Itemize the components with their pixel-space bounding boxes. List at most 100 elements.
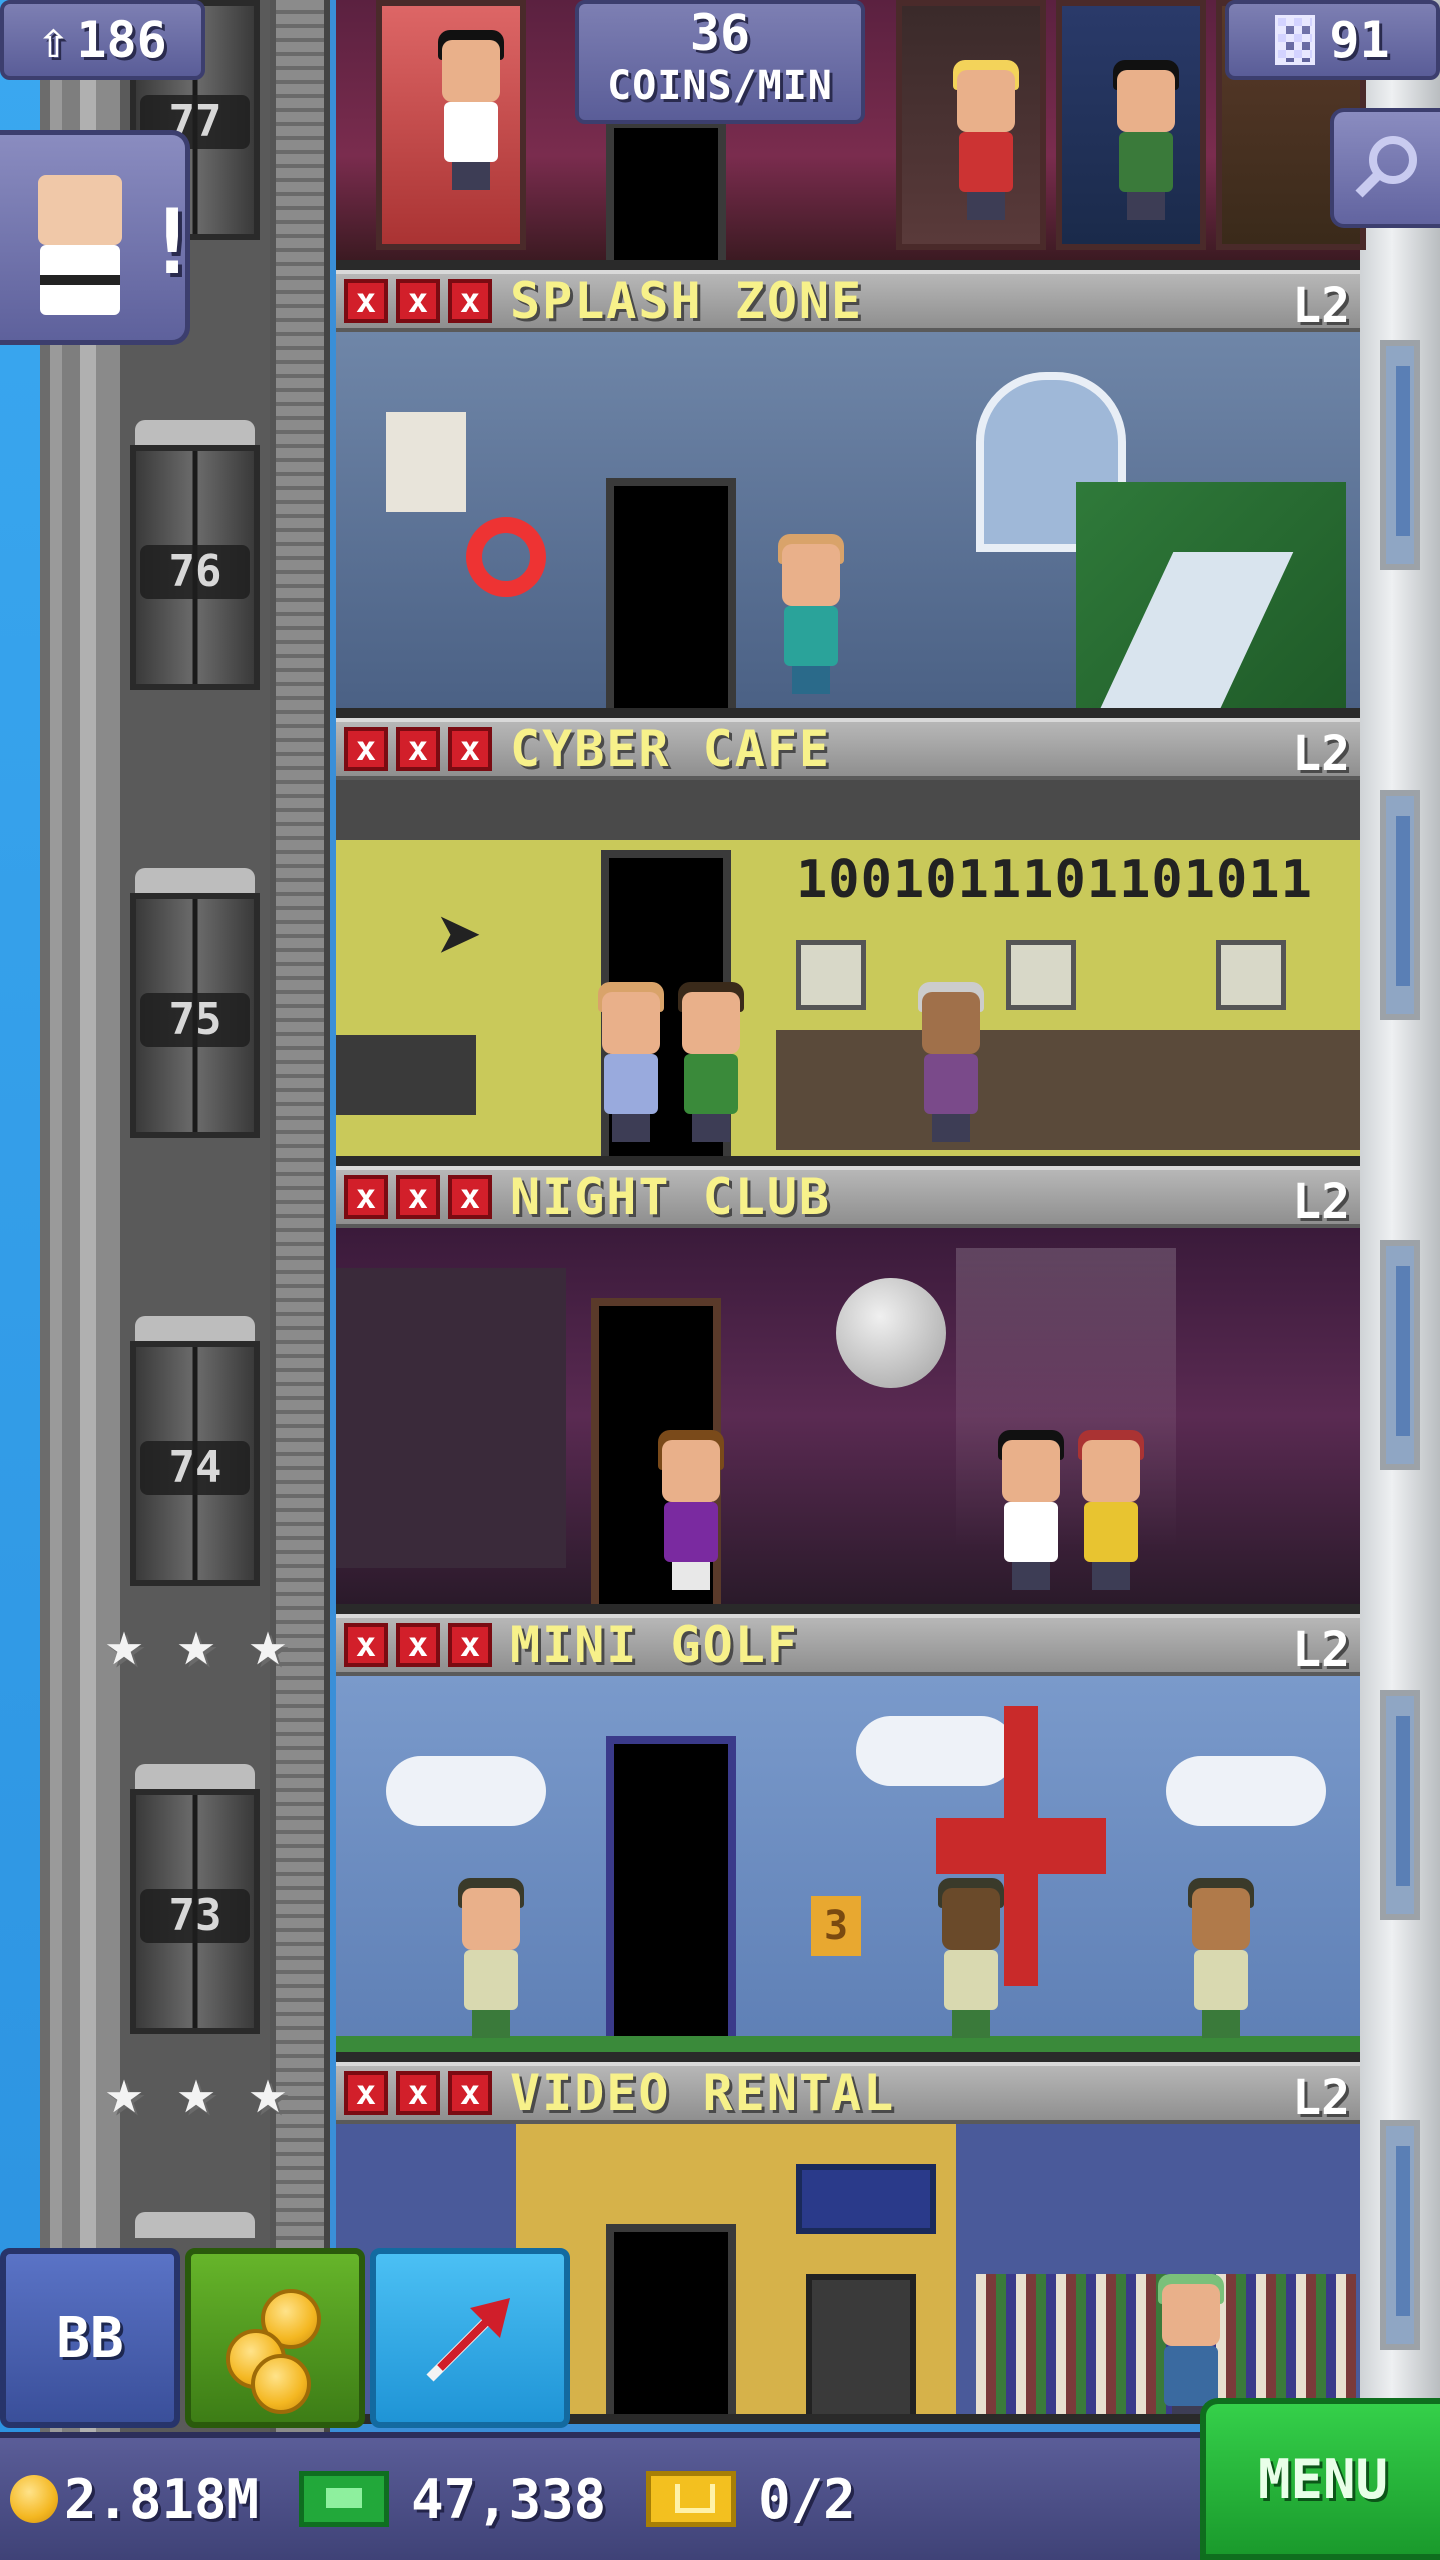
floor-header: x x x NIGHT CLUB L2: [336, 1166, 1360, 1230]
bitizen[interactable]: [596, 982, 666, 1142]
floor-level: L2: [1292, 1174, 1350, 1230]
floor-level: L2: [1292, 278, 1350, 334]
population-value: 186: [76, 11, 167, 69]
building-icon: [1275, 15, 1316, 65]
computer-icon: [1006, 940, 1076, 1010]
bitizen[interactable]: [1111, 60, 1181, 220]
tower-window: [1380, 790, 1420, 1020]
floor-room[interactable]: ➤ 1001011101101011: [336, 780, 1360, 1166]
star-icon: ★: [176, 2055, 216, 2129]
cloud-decoration: [856, 1716, 1016, 1786]
cursor-icon: ➤: [436, 890, 485, 983]
raise-elevator-button[interactable]: [370, 2248, 570, 2428]
floor-level: L2: [1292, 2070, 1350, 2126]
floor-name: SPLASH ZONE: [510, 272, 864, 330]
arcade-screen: [806, 2274, 916, 2414]
bar-shelves: [336, 1268, 566, 1568]
floor-room[interactable]: [336, 1228, 1360, 1614]
bitizen[interactable]: [656, 1430, 726, 1590]
bitizen[interactable]: [951, 60, 1021, 220]
star-icon: ★: [248, 1607, 288, 1681]
floor-door: [606, 1736, 736, 2052]
star-icon: ★: [248, 2055, 288, 2129]
elevator-floor-number: 73: [140, 1889, 250, 1943]
search-button[interactable]: [1330, 108, 1440, 228]
elevator-floor-number: 74: [140, 1441, 250, 1495]
floor-count-value: 91: [1329, 11, 1390, 69]
floor-door: [606, 120, 726, 260]
floor-name: NIGHT CLUB: [510, 1168, 832, 1226]
coins-value: 2.818M: [64, 2467, 260, 2531]
floor-room[interactable]: [336, 332, 1360, 718]
stock-empty-icon: x: [344, 1175, 388, 1219]
bitizen[interactable]: [436, 30, 506, 190]
floor-room[interactable]: 3: [336, 1676, 1360, 2062]
bitizen[interactable]: [996, 1430, 1066, 1590]
cloud-decoration: [1166, 1756, 1326, 1826]
floor-header: x x x VIDEO RENTAL L2: [336, 2062, 1360, 2126]
bux-value: 47,338: [411, 2467, 607, 2531]
counter: [336, 1035, 476, 1115]
floor-door: [606, 2224, 736, 2414]
bitbook-button[interactable]: BB: [0, 2248, 180, 2428]
floor-counter[interactable]: 91: [1225, 0, 1440, 80]
floor-mini-golf[interactable]: x x x MINI GOLF L2 3: [336, 1614, 1360, 2062]
stock-empty-icon: x: [448, 2071, 492, 2115]
bitizen[interactable]: [676, 982, 746, 1142]
population-icon: ⇧: [38, 11, 69, 69]
stock-empty-icon: x: [344, 2071, 388, 2115]
stock-empty-icon: x: [344, 279, 388, 323]
tickets-value: 0/2: [758, 2467, 856, 2531]
stock-empty-icon: x: [396, 2071, 440, 2115]
star-icon: ★: [176, 1607, 216, 1681]
coins-button[interactable]: [185, 2248, 365, 2428]
tower-outer-wall: [40, 0, 120, 2560]
bitizen[interactable]: [1076, 1430, 1146, 1590]
elevator-cap: [135, 1316, 255, 1342]
arrow-up-right-icon: [426, 2298, 510, 2382]
elevator-cap: [135, 420, 255, 446]
tower-window: [1380, 1240, 1420, 1470]
stock-empty-icon: x: [448, 1623, 492, 1667]
floor-level: L2: [1292, 1622, 1350, 1678]
floor-header: x x x CYBER CAFE L2: [336, 718, 1360, 782]
bitizen[interactable]: [916, 982, 986, 1142]
floor-name: CYBER CAFE: [510, 720, 832, 778]
mission-alert-button[interactable]: !: [0, 130, 199, 345]
floor-cyber-cafe[interactable]: x x x CYBER CAFE L2 ➤ 1001011101101011: [336, 718, 1360, 1166]
stock-empty-icon: x: [396, 1175, 440, 1219]
wall-notice: [386, 412, 466, 512]
population-counter[interactable]: ⇧ 186: [0, 0, 205, 80]
elevator-shaft: [120, 0, 270, 2560]
bux-icon: [299, 2471, 390, 2527]
floor-night-club[interactable]: x x x NIGHT CLUB L2: [336, 1166, 1360, 1614]
coin-rate-display[interactable]: 36 COINS/MIN: [575, 0, 865, 124]
stock-empty-icon: x: [396, 279, 440, 323]
bitizen[interactable]: [1186, 1878, 1256, 2038]
floor-header: x x x MINI GOLF L2: [336, 1614, 1360, 1678]
cloud-decoration: [386, 1756, 546, 1826]
stock-empty-icon: x: [448, 1175, 492, 1219]
floor-splash-zone[interactable]: x x x SPLASH ZONE L2: [336, 270, 1360, 718]
hole-number-sign: 3: [811, 1896, 861, 1956]
bitizen[interactable]: [936, 1878, 1006, 2038]
floor-rating-stars: ★ ★ ★: [92, 2060, 300, 2124]
bitizen-portrait: [30, 175, 130, 315]
ticket-icon: [646, 2471, 737, 2527]
bitizen[interactable]: [456, 1878, 526, 2038]
elevator-cap: [135, 868, 255, 894]
tower-window: [1380, 2120, 1420, 2350]
star-icon: ★: [104, 2055, 144, 2129]
magnifier-icon: [1355, 136, 1417, 198]
coin-icon: [251, 2354, 311, 2414]
exclamation-icon: !: [145, 190, 200, 295]
elevator-floor-number: 76: [140, 545, 250, 599]
floor-header: x x x SPLASH ZONE L2: [336, 270, 1360, 334]
putting-green: [336, 2036, 1360, 2052]
bitizen[interactable]: [776, 534, 846, 694]
floor-rating-stars: ★ ★ ★: [92, 1612, 300, 1676]
menu-button[interactable]: MENU: [1200, 2398, 1440, 2560]
coin-icon: [10, 2475, 58, 2523]
stock-empty-icon: x: [344, 1623, 388, 1667]
disco-ball-icon: [836, 1278, 946, 1388]
